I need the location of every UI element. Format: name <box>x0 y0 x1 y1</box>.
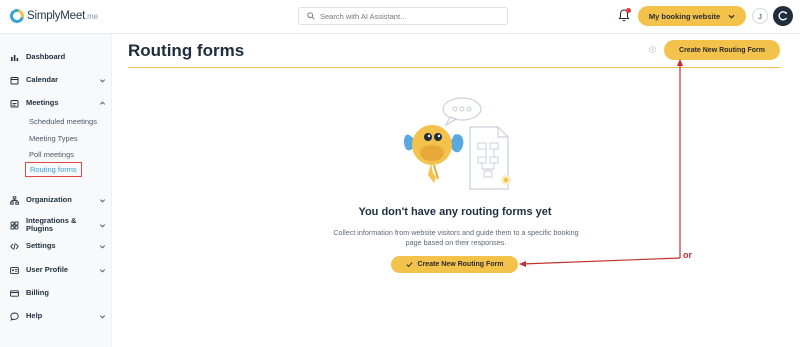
avatar-initial: J <box>758 11 762 21</box>
site-button-label: My booking website <box>648 11 721 21</box>
title-divider <box>128 67 780 68</box>
sidebar-item-user-profile[interactable]: User Profile <box>10 263 106 277</box>
sidebar-item-settings[interactable]: Settings <box>10 239 106 253</box>
page-title: Routing forms <box>128 41 245 60</box>
sidebar-subitem-meeting-types[interactable]: Meeting Types <box>29 134 78 143</box>
chevron-down-icon <box>99 268 106 272</box>
account-menu-icon[interactable] <box>773 6 793 26</box>
plug-icon <box>10 220 19 230</box>
sidebar-item-meetings[interactable]: Meetings <box>10 96 106 110</box>
notification-badge <box>626 8 631 13</box>
brand-name: SimplyMeet.me <box>27 10 98 22</box>
chevron-down-icon <box>728 14 735 19</box>
sidebar-subitem-poll-meetings[interactable]: Poll meetings <box>29 150 74 159</box>
chevron-down-icon <box>99 244 106 248</box>
empty-state-title: You don't have any routing forms yet <box>358 206 552 218</box>
empty-state-illustration <box>404 97 511 190</box>
empty-state-description: Collect information from website visitor… <box>333 228 579 247</box>
create-routing-form-button-center[interactable]: Create New Routing Form <box>391 256 518 273</box>
my-booking-website-button[interactable]: My booking website <box>638 6 746 26</box>
sidebar-item-help[interactable]: Help <box>10 309 106 323</box>
sidebar: Dashboard Calendar Meetings Scheduled me… <box>0 34 112 347</box>
sidebar-item-label: Settings <box>26 241 56 250</box>
chat-icon <box>10 312 19 321</box>
speech-bubble-icon <box>442 97 482 127</box>
logo[interactable]: SimplyMeet.me <box>7 6 98 26</box>
sidebar-item-label: Calendar <box>26 75 59 84</box>
create-button-label: Create New Routing Form <box>679 46 765 54</box>
code-icon <box>10 242 19 251</box>
sidebar-item-label: Help <box>26 311 43 320</box>
top-bar: SimplyMeet.me My booking website J <box>0 0 800 34</box>
sidebar-subitem-scheduled-meetings[interactable]: Scheduled meetings <box>29 117 97 126</box>
gear-icon[interactable] <box>648 45 657 54</box>
chevron-down-icon <box>99 198 106 202</box>
org-icon <box>10 195 19 205</box>
calendar-icon <box>10 76 19 85</box>
card-icon <box>10 289 19 298</box>
logo-icon <box>7 6 27 26</box>
sidebar-item-label: Meetings <box>26 98 59 107</box>
sidebar-subitem-routing-forms[interactable]: Routing forms <box>25 162 82 177</box>
annotation-or-label: or <box>683 250 692 260</box>
mascot-bird-icon <box>404 125 464 183</box>
checkmark-icon <box>406 262 413 268</box>
chevron-down-icon <box>99 78 106 82</box>
search-icon <box>307 12 315 20</box>
brand-swirl-icon <box>778 11 788 21</box>
search-input[interactable] <box>320 11 490 21</box>
chevron-down-icon <box>99 223 106 227</box>
chevron-down-icon <box>99 314 106 318</box>
sidebar-item-label: Integrations & Plugins <box>26 216 77 233</box>
search-box[interactable] <box>298 7 508 25</box>
chart-icon <box>10 53 19 62</box>
id-card-icon <box>10 266 19 275</box>
sidebar-item-calendar[interactable]: Calendar <box>10 73 106 87</box>
sidebar-item-label: Dashboard <box>26 52 66 61</box>
sidebar-item-label: Organization <box>26 195 72 204</box>
notifications-bell[interactable] <box>618 8 631 22</box>
sidebar-item-organization[interactable]: Organization <box>10 193 106 207</box>
create-button-label: Create New Routing Form <box>417 261 504 268</box>
sidebar-item-integrations[interactable]: Integrations & Plugins <box>10 215 106 235</box>
app-root: SimplyMeet.me My booking website J Dashb… <box>0 0 800 347</box>
sidebar-item-billing[interactable]: Billing <box>10 286 106 300</box>
sidebar-item-dashboard[interactable]: Dashboard <box>10 50 106 64</box>
sidebar-item-label: Billing <box>26 288 49 297</box>
chevron-up-icon <box>99 101 106 105</box>
meetings-icon <box>10 99 19 108</box>
sidebar-item-label: User Profile <box>26 265 69 274</box>
user-avatar[interactable]: J <box>752 8 768 24</box>
create-routing-form-button[interactable]: Create New Routing Form <box>664 40 780 60</box>
